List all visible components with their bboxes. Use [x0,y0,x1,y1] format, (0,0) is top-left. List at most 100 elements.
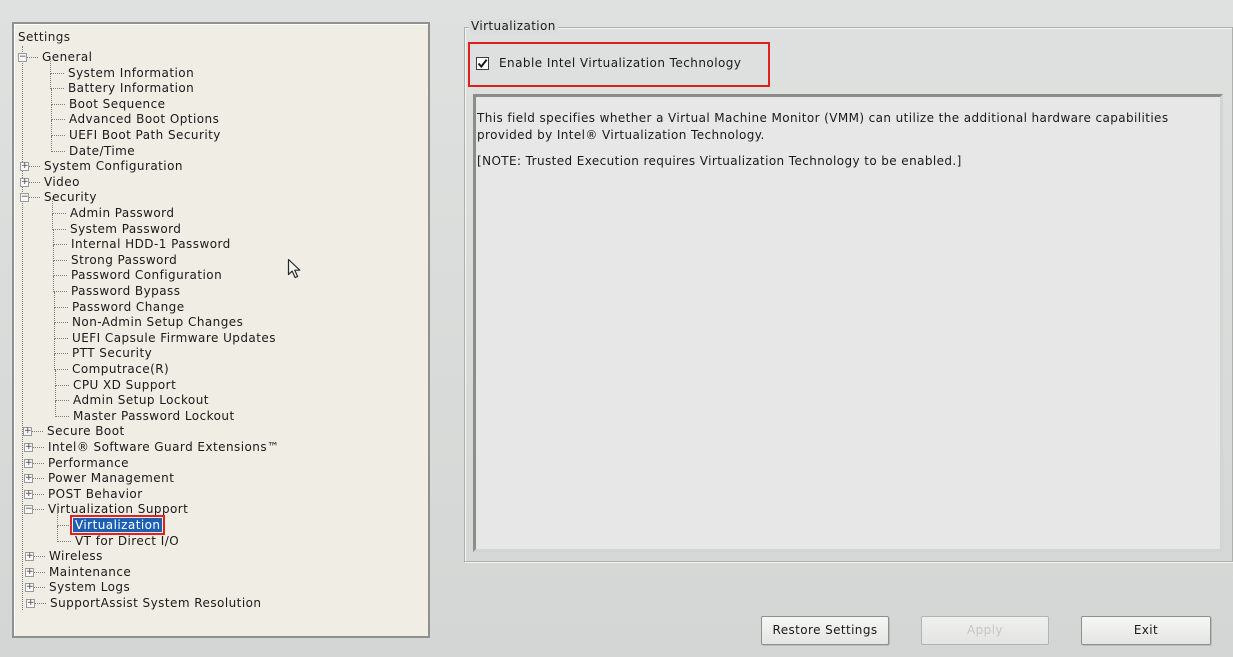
tree-connector [51,89,52,105]
tree-connector [53,275,67,276]
tree-item-label: General [42,50,93,64]
enable-virtualization-checkbox[interactable] [476,57,489,70]
tree-item[interactable]: CPU XD Support [71,378,178,393]
expand-icon[interactable]: + [25,583,34,592]
tree-connector [54,338,68,339]
tree-item-label: Virtualization Support [48,502,189,516]
tree-connector [51,104,52,120]
tree-item[interactable]: VT for Direct I/O [73,534,181,549]
tree-connector [50,88,64,89]
tree-connector [54,338,55,354]
tree-item-label: Computrace(R) [72,362,170,376]
tree-item[interactable]: Master Password Lockout [71,409,237,424]
tree-connector [33,478,44,479]
tree-item[interactable]: System Password [68,222,183,237]
tree-item[interactable]: UEFI Capsule Firmware Updates [70,331,278,346]
tree-item[interactable]: POST Behavior [46,487,145,502]
collapse-icon[interactable]: − [20,193,29,202]
tree-connector [53,291,67,292]
tree-item[interactable]: Maintenance [47,565,133,580]
tree-item[interactable]: Intel® Software Guard Extensions™ [46,440,282,455]
mouse-pointer-icon [287,258,301,279]
tree-item[interactable]: Security [42,190,99,205]
apply-button[interactable]: Apply [921,616,1049,645]
tree-item[interactable]: Video [42,175,82,190]
expand-icon[interactable]: + [20,162,29,171]
tree-item[interactable]: Admin Password [68,206,176,221]
tree-connector [57,541,71,542]
tree-item[interactable]: SupportAssist System Resolution [48,596,263,611]
exit-button[interactable]: Exit [1081,616,1211,645]
tree-item-label: CPU XD Support [73,378,177,392]
expand-icon[interactable]: + [25,568,34,577]
tree-connector [29,197,40,198]
expand-icon[interactable]: + [25,552,34,561]
tree-connector [51,119,65,120]
tree-item[interactable]: System Configuration [42,159,185,174]
tree-item[interactable]: Secure Boot [45,424,127,439]
tree-item-label: Internal HDD-1 Password [71,237,231,251]
tree-connector [57,526,58,542]
tree-item[interactable]: Date/Time [67,144,137,159]
tree-item[interactable]: Internal HDD-1 Password [69,237,233,252]
tree-connector [54,307,68,308]
tree-item[interactable]: System Logs [47,580,132,595]
expand-icon[interactable]: + [24,490,33,499]
tree-item-label: Admin Password [70,206,175,220]
tree-item[interactable]: Wireless [47,549,105,564]
tree-item[interactable]: Boot Sequence [67,97,167,112]
tree-item[interactable]: Performance [46,456,131,471]
restore-settings-button[interactable]: Restore Settings [761,616,889,645]
tree-connector [52,198,53,214]
tree-connector [55,401,56,417]
tree-item[interactable]: Advanced Boot Options [67,112,221,127]
tree-item[interactable]: Battery Information [66,81,196,96]
tree-item[interactable]: General [40,50,94,65]
collapse-icon[interactable]: − [24,505,33,514]
tree-item-selected[interactable]: Virtualization [69,515,166,535]
expand-icon[interactable]: + [26,599,35,608]
expand-icon[interactable]: + [20,178,29,187]
tree-item[interactable]: Password Change [70,300,187,315]
tree-item-label: Secure Boot [47,424,125,438]
expand-icon[interactable]: + [24,443,33,452]
collapse-icon[interactable]: − [18,53,27,62]
tree-item[interactable]: PTT Security [70,346,154,361]
tree-item[interactable]: Admin Setup Lockout [71,393,211,408]
tree-root-settings: Settings [18,30,71,44]
tree-item[interactable]: Password Configuration [69,268,224,283]
tree-connector [34,556,45,557]
tree-item-label: Power Management [48,471,175,485]
tree-connector [50,73,64,74]
settings-tree-panel[interactable]: Settings General − System Information Batte… [12,22,430,638]
tree-item-label: Password Bypass [71,284,181,298]
enable-virtualization-label[interactable]: Enable Intel Virtualization Technology [499,56,741,70]
expand-icon[interactable]: + [24,459,33,468]
tree-item[interactable]: Password Bypass [69,284,182,299]
tree-connector [55,416,69,417]
tree-item[interactable]: Power Management [46,471,176,486]
tree-connector [50,58,51,74]
tree-item-label: PTT Security [72,346,153,360]
tree-item[interactable]: Computrace(R) [70,362,171,377]
tree-item-label: UEFI Boot Path Security [69,128,221,142]
tree-item-label: System Logs [49,580,131,594]
tree-connector [55,370,56,386]
tree-item[interactable]: System Information [66,66,196,81]
tree-item-label: System Configuration [44,159,183,173]
tree-item-label: Security [44,190,97,204]
description-note: [NOTE: Trusted Execution requires Virtua… [477,154,962,168]
tree-connector [55,385,69,386]
tree-item-label: POST Behavior [48,487,143,501]
tree-connector [54,353,68,354]
expand-icon[interactable]: + [24,474,33,483]
tree-connector [54,323,55,339]
tree-item[interactable]: Strong Password [69,253,179,268]
tree-item[interactable]: Non-Admin Setup Changes [70,315,245,330]
tree-item-label: Master Password Lockout [73,409,235,423]
tree-item[interactable]: UEFI Boot Path Security [67,128,223,143]
group-title: Virtualization [469,19,558,33]
tree-connector [33,494,44,495]
tree-item[interactable]: Virtualization Support [46,502,190,517]
expand-icon[interactable]: + [23,427,32,436]
